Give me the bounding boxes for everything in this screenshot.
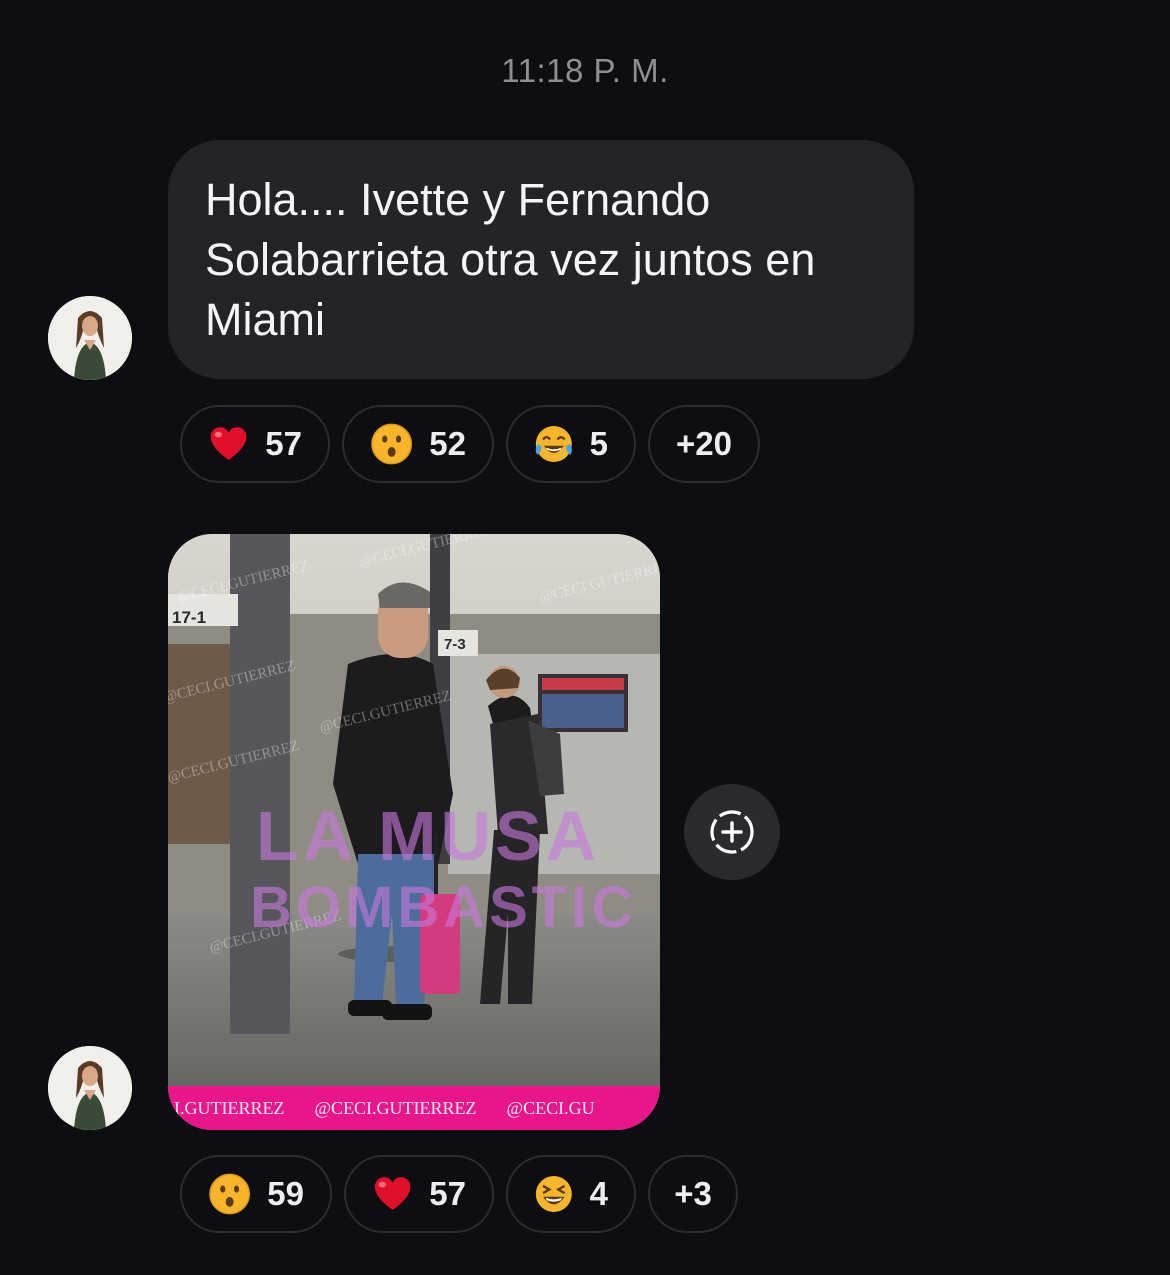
reactions-bar: 59 57 4 +3 bbox=[180, 1155, 738, 1233]
sender-avatar[interactable] bbox=[48, 1046, 132, 1130]
reaction-count: 4 bbox=[589, 1175, 608, 1212]
message-text: Hola.... Ivette y Fernando Solabarrieta … bbox=[205, 174, 816, 345]
hushed-face-icon bbox=[209, 1173, 251, 1215]
reaction-heart[interactable]: 57 bbox=[344, 1155, 494, 1233]
strip-text: @CECI.GUTIERREZ bbox=[314, 1097, 477, 1118]
gate-sign: 17-1 bbox=[172, 608, 207, 627]
brand-watermark: LA MUSA bbox=[256, 797, 601, 875]
reaction-surprised[interactable]: 52 bbox=[342, 405, 494, 483]
message-bubble[interactable]: Hola.... Ivette y Fernando Solabarrieta … bbox=[168, 140, 914, 379]
reaction-heart[interactable]: 57 bbox=[180, 405, 330, 483]
brand-watermark: BOMBASTIC bbox=[250, 875, 638, 940]
hushed-face-icon bbox=[371, 423, 413, 465]
strip-text: I.GUTIERREZ bbox=[174, 1097, 285, 1118]
reaction-laughing[interactable]: 5 bbox=[506, 405, 636, 483]
more-reactions-button[interactable]: +3 bbox=[648, 1155, 738, 1233]
strip-text: @CECI.GU bbox=[506, 1097, 595, 1118]
reaction-grinning[interactable]: 4 bbox=[506, 1155, 636, 1233]
reaction-surprised[interactable]: 59 bbox=[180, 1155, 332, 1233]
shared-photo[interactable]: @CECI.GUTIERREZ @CECI.GUTIERREZ @CECI.GU… bbox=[168, 534, 660, 1130]
more-reactions-button[interactable]: +20 bbox=[648, 405, 760, 483]
message-timestamp: 11:18 P. M. bbox=[501, 52, 669, 89]
more-reactions-label: +20 bbox=[676, 425, 732, 462]
avatar-photo bbox=[48, 296, 132, 380]
gate-sign: 7-3 bbox=[444, 636, 466, 653]
tears-of-joy-icon bbox=[535, 425, 572, 463]
reaction-count: 5 bbox=[589, 425, 608, 462]
grinning-squinting-face-icon bbox=[535, 1175, 572, 1213]
add-circle-dashed-icon bbox=[710, 810, 754, 854]
reaction-count: 59 bbox=[267, 1175, 304, 1212]
red-heart-icon bbox=[374, 1177, 411, 1210]
reaction-count: 52 bbox=[429, 425, 466, 462]
reaction-count: 57 bbox=[265, 425, 302, 462]
red-heart-icon bbox=[210, 427, 247, 460]
sender-avatar[interactable] bbox=[48, 296, 132, 380]
reaction-count: 57 bbox=[429, 1175, 466, 1212]
avatar-photo bbox=[48, 1046, 132, 1130]
more-reactions-label: +3 bbox=[674, 1175, 712, 1212]
watermark-strip: I.GUTIERREZ @CECI.GUTIERREZ @CECI.GU bbox=[168, 1086, 660, 1130]
reactions-bar: 57 52 5 +20 bbox=[180, 405, 760, 483]
add-to-story-button[interactable] bbox=[684, 784, 780, 880]
